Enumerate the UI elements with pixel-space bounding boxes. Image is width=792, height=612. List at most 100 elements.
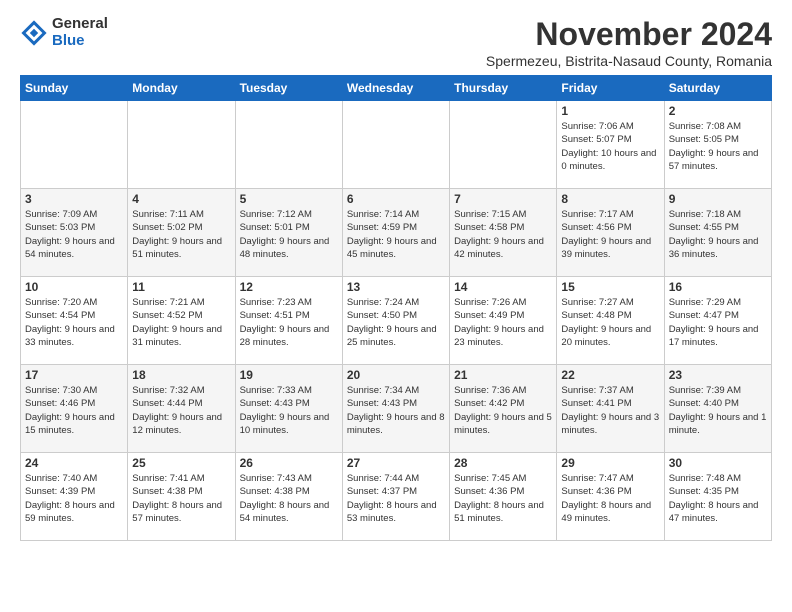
day-info: Sunrise: 7:26 AM Sunset: 4:49 PM Dayligh… [454, 296, 552, 349]
calendar-cell [21, 101, 128, 189]
day-number: 22 [561, 368, 659, 382]
subtitle: Spermezeu, Bistrita-Nasaud County, Roman… [486, 53, 772, 69]
day-info: Sunrise: 7:36 AM Sunset: 4:42 PM Dayligh… [454, 384, 552, 437]
calendar-week-0: 1 Sunrise: 7:06 AM Sunset: 5:07 PM Daylig… [21, 101, 772, 189]
day-number: 29 [561, 456, 659, 470]
title-section: November 2024 Spermezeu, Bistrita-Nasaud… [486, 16, 772, 69]
th-friday: Friday [557, 76, 664, 101]
calendar-cell: 30 Sunrise: 7:48 AM Sunset: 4:35 PM Dayli… [664, 453, 771, 541]
day-info: Sunrise: 7:45 AM Sunset: 4:36 PM Dayligh… [454, 472, 552, 525]
th-monday: Monday [128, 76, 235, 101]
calendar-cell [128, 101, 235, 189]
calendar-cell: 14Sunrise: 7:26 AM Sunset: 4:49 PM Dayli… [450, 277, 557, 365]
calendar-week-4: 24 Sunrise: 7:40 AM Sunset: 4:39 PM Dayli… [21, 453, 772, 541]
day-info: Sunrise: 7:14 AM Sunset: 4:59 PM Dayligh… [347, 208, 445, 261]
logo-icon [20, 19, 48, 47]
day-number: 17 [25, 368, 123, 382]
day-info: Sunrise: 7:48 AM Sunset: 4:35 PM Dayligh… [669, 472, 767, 525]
day-number: 19 [240, 368, 338, 382]
calendar-cell [450, 101, 557, 189]
logo: General Blue [20, 16, 108, 49]
day-number: 2 [669, 104, 767, 118]
calendar-cell: 25 Sunrise: 7:41 AM Sunset: 4:38 PM Dayli… [128, 453, 235, 541]
day-info: Sunrise: 7:08 AM Sunset: 5:05 PM Dayligh… [669, 120, 767, 173]
calendar-cell: 20 Sunrise: 7:34 AM Sunset: 4:43 PM Dayli… [342, 365, 449, 453]
calendar-cell: 1 Sunrise: 7:06 AM Sunset: 5:07 PM Daylig… [557, 101, 664, 189]
calendar-cell [235, 101, 342, 189]
day-info: Sunrise: 7:18 AM Sunset: 4:55 PM Dayligh… [669, 208, 767, 261]
day-number: 4 [132, 192, 230, 206]
calendar-cell: 19 Sunrise: 7:33 AM Sunset: 4:43 PM Dayli… [235, 365, 342, 453]
day-info: Sunrise: 7:24 AM Sunset: 4:50 PM Dayligh… [347, 296, 445, 349]
day-number: 26 [240, 456, 338, 470]
calendar-cell: 27Sunrise: 7:44 AM Sunset: 4:37 PM Dayli… [342, 453, 449, 541]
day-info: Sunrise: 7:47 AM Sunset: 4:36 PM Dayligh… [561, 472, 659, 525]
day-info: Sunrise: 7:37 AM Sunset: 4:41 PM Dayligh… [561, 384, 659, 437]
calendar-cell: 16Sunrise: 7:29 AM Sunset: 4:47 PM Dayli… [664, 277, 771, 365]
day-number: 30 [669, 456, 767, 470]
day-number: 23 [669, 368, 767, 382]
calendar-table: Sunday Monday Tuesday Wednesday Thursday… [20, 75, 772, 541]
day-number: 25 [132, 456, 230, 470]
day-number: 15 [561, 280, 659, 294]
th-wednesday: Wednesday [342, 76, 449, 101]
day-info: Sunrise: 7:39 AM Sunset: 4:40 PM Dayligh… [669, 384, 767, 437]
calendar-cell: 5Sunrise: 7:12 AM Sunset: 5:01 PM Daylig… [235, 189, 342, 277]
calendar-cell: 10Sunrise: 7:20 AM Sunset: 4:54 PM Dayli… [21, 277, 128, 365]
day-info: Sunrise: 7:34 AM Sunset: 4:43 PM Dayligh… [347, 384, 445, 437]
day-info: Sunrise: 7:15 AM Sunset: 4:58 PM Dayligh… [454, 208, 552, 261]
day-number: 6 [347, 192, 445, 206]
header-row: Sunday Monday Tuesday Wednesday Thursday… [21, 76, 772, 101]
day-number: 12 [240, 280, 338, 294]
calendar-cell: 7 Sunrise: 7:15 AM Sunset: 4:58 PM Daylig… [450, 189, 557, 277]
calendar-cell: 15Sunrise: 7:27 AM Sunset: 4:48 PM Dayli… [557, 277, 664, 365]
calendar-week-1: 3Sunrise: 7:09 AM Sunset: 5:03 PM Daylig… [21, 189, 772, 277]
th-tuesday: Tuesday [235, 76, 342, 101]
day-info: Sunrise: 7:40 AM Sunset: 4:39 PM Dayligh… [25, 472, 123, 525]
calendar-cell: 24 Sunrise: 7:40 AM Sunset: 4:39 PM Dayli… [21, 453, 128, 541]
th-sunday: Sunday [21, 76, 128, 101]
day-info: Sunrise: 7:23 AM Sunset: 4:51 PM Dayligh… [240, 296, 338, 349]
day-info: Sunrise: 7:12 AM Sunset: 5:01 PM Dayligh… [240, 208, 338, 261]
day-info: Sunrise: 7:21 AM Sunset: 4:52 PM Dayligh… [132, 296, 230, 349]
day-number: 13 [347, 280, 445, 294]
calendar-cell: 28Sunrise: 7:45 AM Sunset: 4:36 PM Dayli… [450, 453, 557, 541]
calendar-cell: 18 Sunrise: 7:32 AM Sunset: 4:44 PM Dayli… [128, 365, 235, 453]
calendar-cell: 4 Sunrise: 7:11 AM Sunset: 5:02 PM Daylig… [128, 189, 235, 277]
calendar-cell: 3Sunrise: 7:09 AM Sunset: 5:03 PM Daylig… [21, 189, 128, 277]
day-info: Sunrise: 7:43 AM Sunset: 4:38 PM Dayligh… [240, 472, 338, 525]
day-info: Sunrise: 7:17 AM Sunset: 4:56 PM Dayligh… [561, 208, 659, 261]
calendar-cell: 6 Sunrise: 7:14 AM Sunset: 4:59 PM Daylig… [342, 189, 449, 277]
day-number: 24 [25, 456, 123, 470]
calendar-cell: 12 Sunrise: 7:23 AM Sunset: 4:51 PM Dayli… [235, 277, 342, 365]
day-number: 21 [454, 368, 552, 382]
calendar-week-2: 10Sunrise: 7:20 AM Sunset: 4:54 PM Dayli… [21, 277, 772, 365]
th-thursday: Thursday [450, 76, 557, 101]
calendar-week-3: 17 Sunrise: 7:30 AM Sunset: 4:46 PM Dayli… [21, 365, 772, 453]
calendar-cell: 26 Sunrise: 7:43 AM Sunset: 4:38 PM Dayli… [235, 453, 342, 541]
day-number: 1 [561, 104, 659, 118]
day-info: Sunrise: 7:33 AM Sunset: 4:43 PM Dayligh… [240, 384, 338, 437]
day-number: 18 [132, 368, 230, 382]
day-info: Sunrise: 7:41 AM Sunset: 4:38 PM Dayligh… [132, 472, 230, 525]
day-number: 7 [454, 192, 552, 206]
day-number: 10 [25, 280, 123, 294]
calendar-cell: 21 Sunrise: 7:36 AM Sunset: 4:42 PM Dayli… [450, 365, 557, 453]
day-info: Sunrise: 7:32 AM Sunset: 4:44 PM Dayligh… [132, 384, 230, 437]
day-number: 16 [669, 280, 767, 294]
calendar-cell: 29 Sunrise: 7:47 AM Sunset: 4:36 PM Dayli… [557, 453, 664, 541]
calendar-cell [342, 101, 449, 189]
day-info: Sunrise: 7:30 AM Sunset: 4:46 PM Dayligh… [25, 384, 123, 437]
month-title: November 2024 [486, 16, 772, 53]
calendar-cell: 17 Sunrise: 7:30 AM Sunset: 4:46 PM Dayli… [21, 365, 128, 453]
logo-text: General Blue [52, 16, 108, 49]
day-info: Sunrise: 7:06 AM Sunset: 5:07 PM Dayligh… [561, 120, 659, 173]
calendar-cell: 9Sunrise: 7:18 AM Sunset: 4:55 PM Daylig… [664, 189, 771, 277]
th-saturday: Saturday [664, 76, 771, 101]
day-info: Sunrise: 7:09 AM Sunset: 5:03 PM Dayligh… [25, 208, 123, 261]
day-info: Sunrise: 7:11 AM Sunset: 5:02 PM Dayligh… [132, 208, 230, 261]
day-number: 20 [347, 368, 445, 382]
page: General Blue November 2024 Spermezeu, Bi… [0, 0, 792, 551]
logo-blue-text: Blue [52, 33, 108, 50]
calendar-cell: 8Sunrise: 7:17 AM Sunset: 4:56 PM Daylig… [557, 189, 664, 277]
